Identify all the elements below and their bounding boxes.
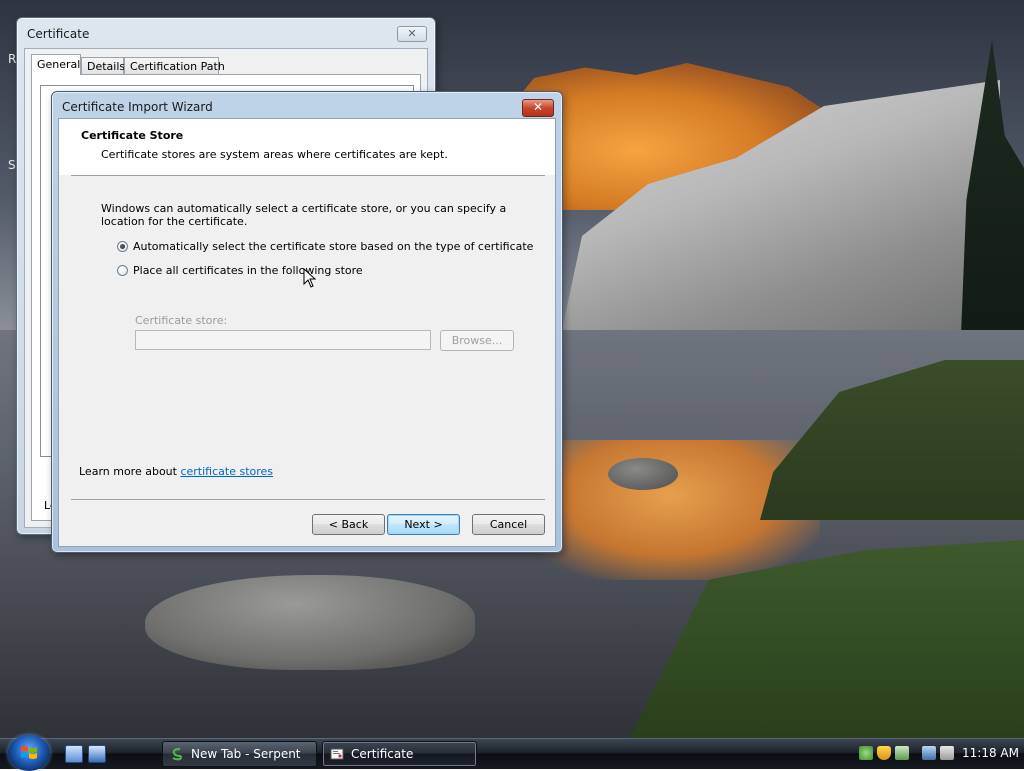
taskbar-clock[interactable]: 11:18 AM — [962, 739, 1019, 767]
network-sync-icon[interactable] — [859, 746, 873, 760]
close-icon: ✕ — [532, 100, 544, 114]
radio-label[interactable]: Automatically select the certificate sto… — [133, 240, 533, 254]
cancel-button[interactable]: Cancel — [472, 514, 545, 535]
tab-details[interactable]: Details — [81, 57, 125, 74]
page-title: Certificate Store — [81, 129, 184, 142]
certificate-store-label: Certificate store: — [135, 314, 228, 327]
close-icon: ✕ — [407, 27, 417, 40]
radio-label[interactable]: Place all certificates in the following … — [133, 264, 363, 278]
window-title: Certificate Import Wizard — [62, 100, 213, 114]
certificate-store-field — [135, 330, 431, 350]
desktop-peek-text: S — [8, 158, 16, 172]
volume-muted-icon[interactable] — [940, 746, 954, 760]
close-button[interactable]: ✕ — [522, 99, 554, 117]
windows-logo-icon — [21, 746, 37, 759]
window-title: Certificate — [27, 27, 90, 41]
certificate-stores-link[interactable]: certificate stores — [180, 465, 273, 478]
certificate-import-wizard[interactable]: Certificate Import Wizard ✕ Certificate … — [51, 91, 563, 553]
start-button[interactable] — [8, 735, 50, 771]
wizard-body: Certificate Store Certificate stores are… — [58, 118, 556, 547]
security-shield-icon[interactable] — [877, 746, 891, 760]
footer-divider — [71, 499, 545, 500]
intro-text: Windows can automatically select a certi… — [101, 202, 507, 228]
header-divider — [71, 175, 545, 176]
taskbar: New Tab - Serpent Certificate 11:18 AM — [0, 735, 1024, 771]
wizard-header: Certificate Store Certificate stores are… — [59, 119, 555, 175]
network-icon[interactable] — [922, 746, 936, 760]
close-button[interactable]: ✕ — [397, 26, 427, 42]
back-button[interactable]: < Back — [312, 514, 385, 535]
wallpaper-stone — [608, 458, 678, 490]
taskbar-item-serpent[interactable]: New Tab - Serpent — [162, 741, 317, 767]
serpent-browser-icon — [172, 747, 183, 761]
page-subtitle: Certificate stores are system areas wher… — [101, 148, 448, 161]
taskbar-item-certificate[interactable]: Certificate — [322, 741, 477, 767]
learn-more-prefix: Learn more about — [79, 465, 181, 478]
wallpaper-boulder — [145, 575, 475, 670]
mouse-pointer-icon — [303, 268, 317, 288]
tab-certification-path[interactable]: Certification Path — [124, 57, 225, 74]
certificate-icon — [330, 748, 344, 760]
browse-button: Browse... — [440, 330, 514, 351]
next-button[interactable]: Next > — [387, 514, 460, 535]
radio-button-unchecked[interactable] — [117, 265, 128, 276]
taskbar-item-label: New Tab - Serpent — [191, 747, 301, 761]
learn-more-text: Learn more about certificate stores — [79, 465, 273, 478]
show-desktop-icon[interactable] — [65, 745, 83, 763]
tab-general[interactable]: General — [31, 54, 81, 75]
switch-windows-icon[interactable] — [88, 745, 106, 763]
radio-button-checked[interactable] — [117, 241, 128, 252]
taskbar-item-label: Certificate — [351, 747, 414, 761]
safely-remove-icon[interactable] — [895, 746, 909, 760]
